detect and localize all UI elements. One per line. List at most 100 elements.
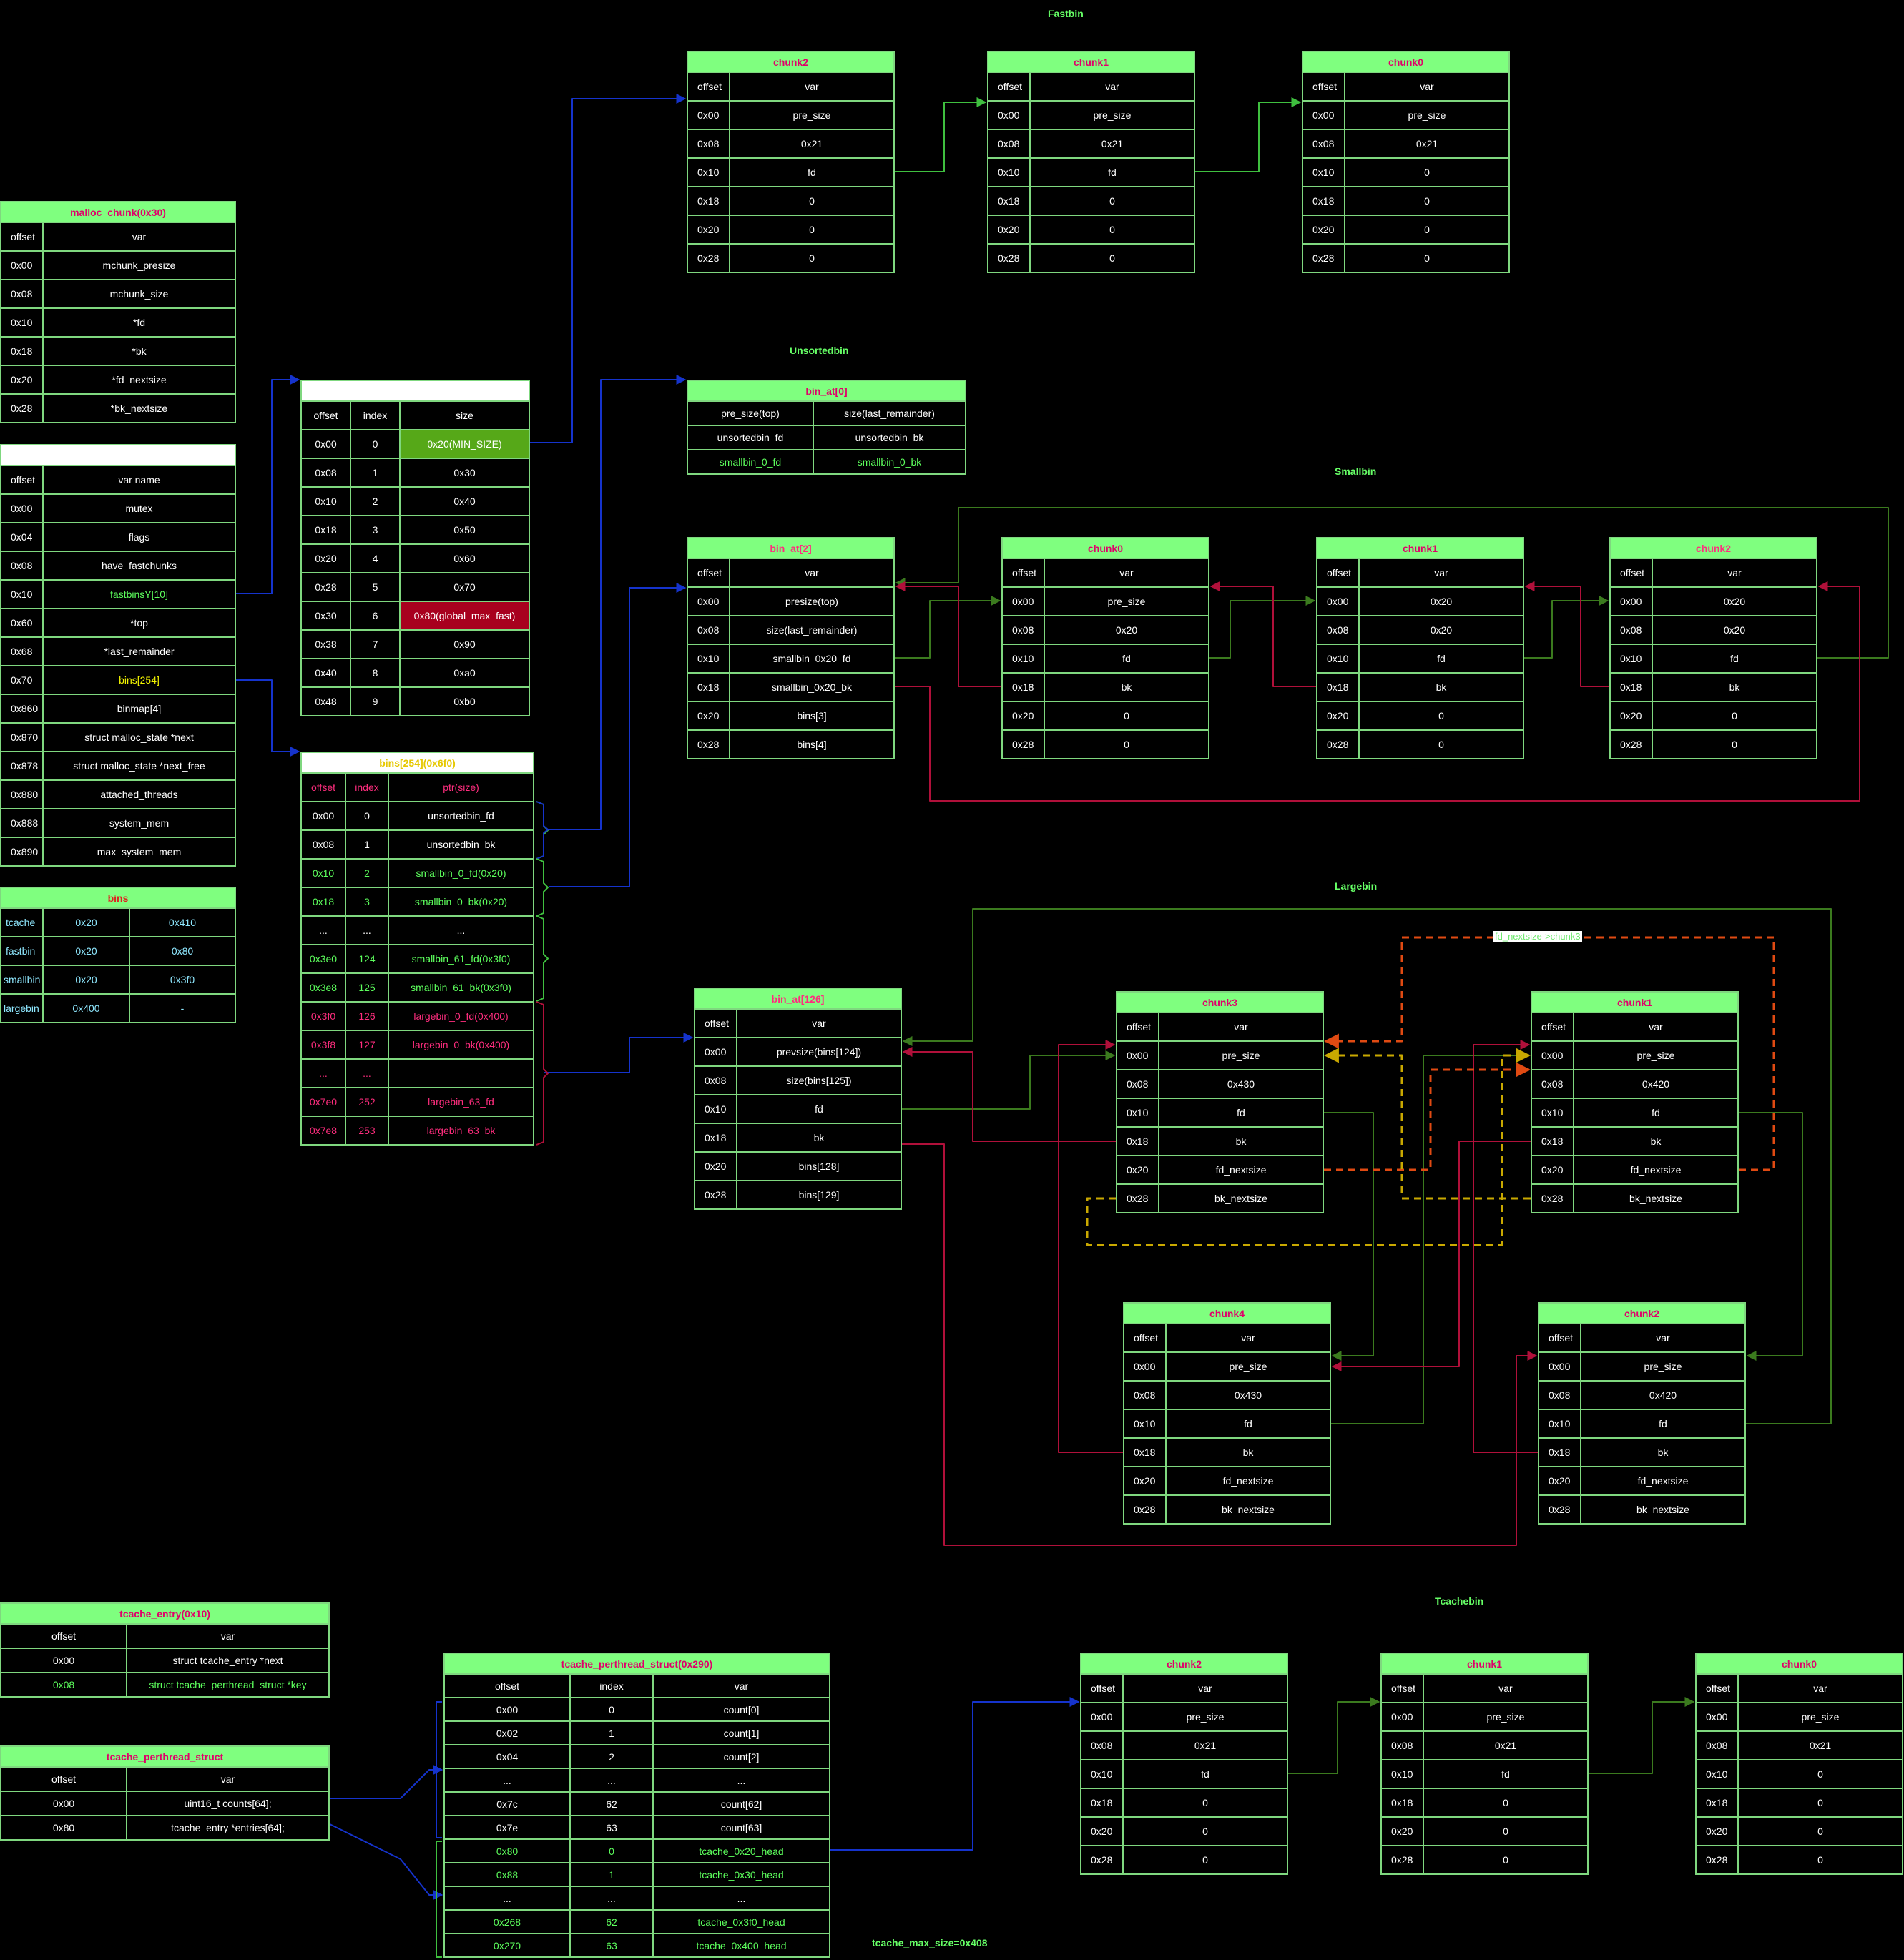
var-cell: pre_size: [1737, 1702, 1903, 1732]
offset-cell: 0x00: [1116, 1040, 1159, 1070]
index-cell: 2: [569, 1744, 654, 1769]
var-cell: 0: [1344, 243, 1510, 273]
offset-cell: 0x88: [443, 1862, 571, 1887]
table-row: 0x40 8 0xa0: [300, 658, 530, 688]
offset-cell: 0x18: [300, 515, 351, 545]
fastbinsy-pointer: [236, 375, 300, 594]
offset-cell: 0x18: [694, 1123, 737, 1153]
index-cell: 8: [350, 658, 401, 688]
largebin-bk-chunk4: [1058, 1040, 1123, 1453]
var-cell: *bk_nextsize: [42, 393, 236, 423]
header-var-name: var name: [42, 465, 236, 495]
var-cell: 0: [1044, 729, 1209, 759]
header-offset: offset: [300, 772, 346, 802]
offset-cell: 0x08: [1380, 1730, 1424, 1760]
table-row: 0x00 pre_size: [987, 100, 1195, 130]
index-cell: 62: [569, 1791, 654, 1816]
table-row: smallbin_0_fd smallbin_0_bk: [687, 449, 966, 475]
offset-cell: 0x28: [1609, 729, 1653, 759]
size-cell: 0xb0: [399, 686, 530, 716]
index-cell: ...: [569, 1886, 654, 1911]
header-offset: offset: [987, 72, 1031, 102]
offset-cell: 0x10: [0, 307, 44, 338]
table-row: 0x860 binmap[4]: [0, 694, 236, 724]
table-row: 0x00 0 unsortedbin_fd: [300, 801, 534, 831]
var-cell: 0: [1652, 701, 1817, 731]
table-row: 0x48 9 0xb0: [300, 686, 530, 716]
var-cell: 0: [1358, 729, 1524, 759]
table-row: 0x18 3 0x50: [300, 515, 530, 545]
var-cell: bk: [1652, 672, 1817, 702]
var-cell: 0x430: [1165, 1380, 1331, 1410]
largebin-fd-nextsize-chunk3: [1324, 1062, 1531, 1171]
offset-cell: 0x10: [1123, 1409, 1167, 1439]
index-cell: 253: [345, 1116, 389, 1146]
var-cell: binmap[4]: [42, 694, 236, 724]
table-row: 0x878 struct malloc_state *next_free: [0, 751, 236, 781]
offset-cell: 0x08: [687, 615, 730, 645]
offset-cell: 0x00: [0, 250, 44, 280]
var-cell: struct tcache_entry *next: [126, 1648, 330, 1673]
var-cell: 0: [1344, 186, 1510, 216]
table-row: 0x28 bk_nextsize: [1538, 1494, 1746, 1525]
table-row: 0x18 0: [1302, 186, 1510, 216]
tcache-entries-bracket: [436, 1841, 442, 1958]
offset-cell: 0x08: [1080, 1730, 1124, 1760]
index-cell: 3: [345, 887, 389, 917]
table-row: 0x890 max_system_mem: [0, 837, 236, 867]
table-row: largebin 0x400-: [0, 993, 236, 1023]
offset-cell: 0x08: [1116, 1069, 1159, 1099]
offset-cell: 0x7e0: [300, 1087, 346, 1117]
var-cell: smallbin_0x20_bk: [729, 672, 895, 702]
table-row: 0x28 bins[4]: [687, 729, 895, 759]
table-row: 0x28 bk_nextsize: [1116, 1183, 1324, 1213]
var-cell: mchunk_size: [42, 279, 236, 309]
offset-cell: 0x02: [443, 1720, 571, 1745]
ptr-cell: unsortedbin_bk: [388, 829, 534, 860]
index-cell: 2: [350, 486, 401, 516]
var-cell: prevsize(bins[124]): [736, 1037, 902, 1067]
index-cell: 1: [345, 829, 389, 860]
table-row: 0x00 0x20: [1609, 586, 1817, 616]
offset-cell: 0x10: [694, 1094, 737, 1124]
offset-cell: 0x00: [0, 493, 44, 523]
offset-cell: 0x20: [1531, 1155, 1574, 1185]
offset-cell: 0x10: [1116, 1098, 1159, 1128]
section-title-tcachebin: Tcachebin: [1435, 1595, 1484, 1607]
offset-cell: 0x70: [0, 665, 44, 695]
tcache-perthread-detail-title: tcache_perthread_struct(0x290): [443, 1653, 830, 1675]
offset-cell: ...: [300, 915, 346, 945]
chunk-title: bin_at[2]: [687, 537, 895, 559]
offset-cell: 0x270: [443, 1933, 571, 1958]
size-cell: 0x70: [399, 572, 530, 602]
offset-cell: 0x268: [443, 1909, 571, 1934]
header-index: index: [569, 1673, 654, 1698]
header-offset: offset: [1123, 1323, 1167, 1353]
index-cell: 0: [569, 1838, 654, 1863]
offset-cell: 0x28: [1123, 1494, 1167, 1525]
offset-cell: 0x888: [0, 808, 44, 838]
ptr-cell: largebin_0_fd(0x400): [388, 1001, 534, 1031]
table-row: 0x08 0x420: [1531, 1069, 1739, 1099]
largebin-bracket: [536, 1001, 549, 1146]
tcache-entry-struct: tcache_entry(0x10) offset var 0x00 struct …: [0, 1602, 330, 1698]
offset-cell: 0x10: [687, 157, 730, 187]
table-row: 0x10 fd: [1538, 1409, 1746, 1439]
table-row: 0x08 0x21: [987, 129, 1195, 159]
index-cell: 127: [345, 1030, 389, 1060]
var-cell: fd: [1044, 644, 1209, 674]
smallbin-chunk1: chunk1 offset var 0x00 0x20 0x08 0x20 0x10 fd 0x1…: [1316, 537, 1524, 759]
table-row: 0x80 tcache_entry *entries[64];: [0, 1815, 330, 1841]
offset-cell: 0x00: [687, 100, 730, 130]
var-cell: 0: [1737, 1816, 1903, 1846]
offset-cell: 0x28: [687, 243, 730, 273]
header-var: var: [126, 1623, 330, 1649]
var-cell: fd: [1580, 1409, 1746, 1439]
offset-cell: 0x20: [0, 365, 44, 395]
var-cell: 0: [729, 215, 895, 245]
offset-cell: 0x00: [1695, 1702, 1739, 1732]
table-row: .........: [443, 1768, 830, 1793]
header-var: var: [1652, 558, 1817, 588]
offset-cell: 0x28: [1380, 1845, 1424, 1875]
offset-cell: 0x00: [1538, 1351, 1581, 1382]
